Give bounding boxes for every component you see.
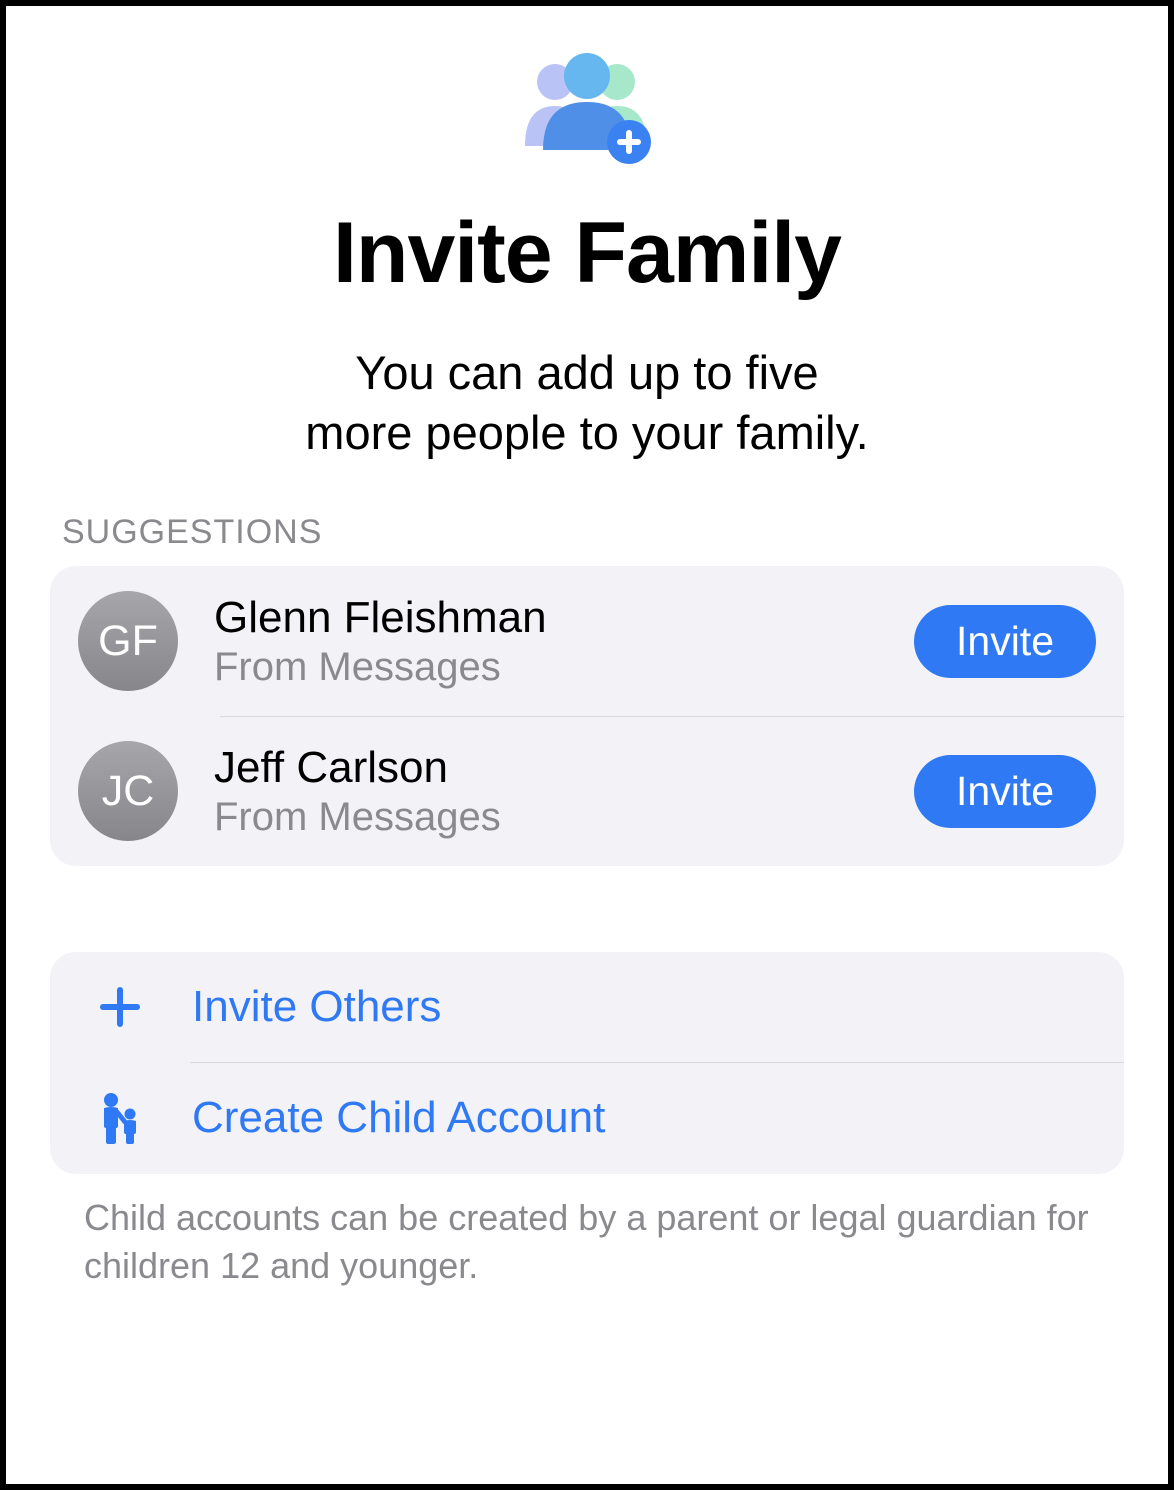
- person-source: From Messages: [214, 645, 914, 690]
- create-child-account-row[interactable]: Create Child Account: [50, 1062, 1124, 1174]
- suggestion-row: GF Glenn Fleishman From Messages Invite: [50, 566, 1124, 716]
- create-child-account-label: Create Child Account: [192, 1093, 605, 1143]
- subtitle-line-1: You can add up to five: [355, 346, 818, 399]
- plus-icon: [90, 985, 150, 1029]
- parent-child-icon: [90, 1092, 150, 1144]
- person-source: From Messages: [214, 795, 914, 840]
- suggestion-row: JC Jeff Carlson From Messages Invite: [50, 716, 1124, 866]
- subtitle-line-2: more people to your family.: [305, 406, 868, 459]
- invite-button[interactable]: Invite: [914, 605, 1096, 678]
- invite-button[interactable]: Invite: [914, 755, 1096, 828]
- page-title: Invite Family: [50, 204, 1124, 303]
- page-subtitle: You can add up to five more people to yo…: [50, 343, 1124, 463]
- actions-card: Invite Others Create Child Account: [50, 952, 1124, 1174]
- invite-others-label: Invite Others: [192, 982, 441, 1032]
- person-name: Glenn Fleishman: [214, 593, 914, 644]
- avatar: JC: [78, 741, 178, 841]
- invite-others-row[interactable]: Invite Others: [50, 952, 1124, 1062]
- footer-note: Child accounts can be created by a paren…: [84, 1194, 1090, 1289]
- suggestions-label: SUGGESTIONS: [62, 513, 1124, 552]
- suggestion-person: Jeff Carlson From Messages: [214, 743, 914, 841]
- person-name: Jeff Carlson: [214, 743, 914, 794]
- family-add-icon: [50, 46, 1124, 166]
- suggestions-card: GF Glenn Fleishman From Messages Invite …: [50, 566, 1124, 866]
- suggestion-person: Glenn Fleishman From Messages: [214, 593, 914, 691]
- avatar: GF: [78, 591, 178, 691]
